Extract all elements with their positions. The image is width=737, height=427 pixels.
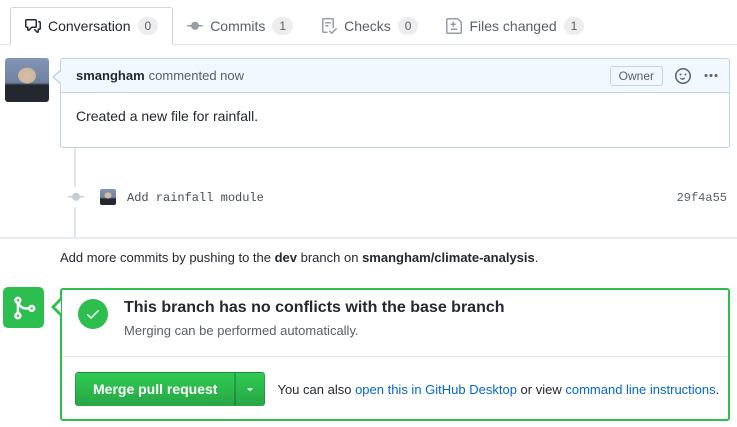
section-divider [0, 237, 737, 239]
check-icon [78, 299, 108, 329]
tab-counter: 1 [272, 17, 294, 35]
tab-label: Conversation [48, 18, 131, 34]
comment-author-avatar[interactable] [5, 58, 49, 102]
push-note: Add more commits by pushing to the dev b… [60, 250, 539, 265]
tab-commits[interactable]: Commits 1 [173, 8, 307, 44]
git-commit-icon [187, 18, 204, 34]
tab-counter: 1 [563, 17, 585, 35]
repo-name: smangham/climate-analysis [362, 250, 535, 265]
merge-options-dropdown[interactable] [235, 372, 266, 406]
triangle-down-icon [247, 388, 254, 392]
merge-status-section: This branch has no conflicts with the ba… [62, 290, 728, 357]
git-commit-icon [66, 187, 86, 207]
comment-discussion-icon [25, 18, 41, 34]
commit-hash-link[interactable]: 29f4a55 [677, 191, 727, 205]
merge-status-title: This branch has no conflicts with the ba… [124, 299, 505, 316]
file-diff-icon [446, 18, 463, 34]
tab-label: Commits [210, 18, 266, 34]
command-line-instructions-link[interactable]: command line instructions [565, 382, 715, 397]
owner-badge: Owner [609, 65, 663, 86]
commit-message-link[interactable]: Add rainfall module [127, 191, 264, 205]
tab-label: Files changed [469, 18, 557, 34]
pull-request-page: Conversation 0 Commits 1 Checks 0 Files … [0, 0, 737, 427]
merge-status-box: This branch has no conflicts with the ba… [51, 288, 730, 421]
pr-tab-bar: Conversation 0 Commits 1 Checks 0 Files … [0, 0, 737, 45]
tab-conversation[interactable]: Conversation 0 [10, 7, 174, 45]
comment-body: Created a new file for rainfall. [76, 108, 259, 124]
commit-author-avatar[interactable] [100, 189, 116, 205]
comment-meta: commented now [148, 68, 245, 83]
tab-counter: 0 [397, 17, 419, 35]
tab-counter: 0 [137, 17, 159, 35]
tab-files-changed[interactable]: Files changed 1 [432, 8, 598, 44]
kebab-menu-icon[interactable] [703, 68, 719, 84]
git-merge-icon [3, 287, 44, 328]
tab-checks[interactable]: Checks 0 [307, 8, 432, 44]
tab-label: Checks [344, 18, 391, 34]
merge-alt-text: You can also open this in GitHub Desktop… [277, 381, 720, 397]
comment-header: smangham commented now Owner [52, 59, 729, 93]
branch-name: dev [274, 250, 298, 265]
merge-pull-request-button[interactable]: Merge pull request [75, 372, 236, 406]
comment: smangham commented now Owner Created a n… [52, 58, 730, 148]
comment-author[interactable]: smangham [76, 68, 145, 83]
merge-status-subtitle: Merging can be performed automatically. [124, 323, 359, 338]
merge-actions-section: Merge pull request You can also open thi… [62, 357, 728, 421]
checklist-icon [321, 18, 338, 34]
github-desktop-link[interactable]: open this in GitHub Desktop [355, 382, 517, 397]
emoji-reaction-button[interactable] [675, 67, 691, 84]
